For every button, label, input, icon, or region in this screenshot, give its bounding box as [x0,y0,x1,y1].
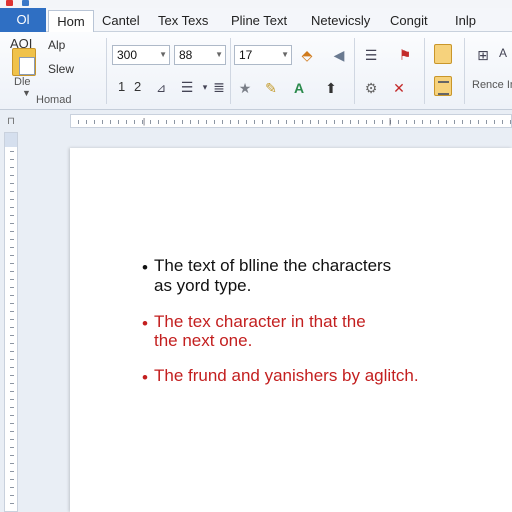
font-color-icon[interactable]: A [290,79,308,97]
notes-icon[interactable] [434,76,452,96]
paragraph-1-line-1: The text of blline the characters [154,256,392,275]
format-painter-button[interactable]: Alp [48,38,65,52]
paste-label[interactable]: Dle [14,76,31,88]
tab-file[interactable]: Ol [0,8,46,32]
clipboard-group-label: Homad [36,94,72,106]
ruler-corner-icon[interactable]: ⊓ [4,116,18,128]
tab-netevicsly[interactable]: Netevicsly [311,10,370,32]
separator [464,38,465,104]
separator [354,38,355,104]
bullet-icon: • [142,258,148,277]
delete-icon[interactable]: ✕ [390,79,408,97]
document-page[interactable]: • The text of blline the characters as y… [70,148,512,512]
settings-icon[interactable]: ⚙ [362,79,380,97]
horizontal-ruler[interactable]: | | [70,114,512,128]
font-size-select[interactable]: 88 ▼ [174,45,226,65]
paste-icon[interactable] [12,48,36,76]
line-spacing-1[interactable]: 1 [118,79,125,94]
app-icon[interactable] [6,0,13,6]
save-icon[interactable] [22,0,29,6]
line-spacing-2[interactable]: 2 [134,79,141,94]
chevron-down-icon: ▼ [215,50,223,59]
title-bar [0,0,512,8]
tab-home[interactable]: Hom [48,10,94,32]
indent-icon[interactable]: ≣ [210,78,228,96]
paragraph-2-line-1: The tex character in that the [154,312,366,331]
indent-marker-icon[interactable]: | [143,117,145,126]
chevron-down-icon: ▼ [281,50,289,59]
left-arrow-icon[interactable]: ◀ [330,46,348,64]
upload-arrow-icon[interactable]: ⬆ [322,79,340,97]
separator [424,38,425,104]
list-icon[interactable]: ☰ [362,46,380,64]
ribbon-tabs: Ol Hom Cantel Tex Texs Pline Text Netevi… [0,8,512,32]
tab-marker-icon[interactable]: | [389,117,391,126]
slew-button[interactable]: Slew [48,62,74,76]
style-size-value: 17 [239,48,253,62]
paragraph-2-line-2: the next one. [154,331,253,350]
replace-button[interactable]: Rence In [472,79,512,91]
style-size-select[interactable]: 17 ▼ [234,45,292,65]
paragraph-3-line-1: The frund and yanishers by aglitch. [154,366,419,385]
tab-inlp[interactable]: Inlp [455,10,476,32]
grid-icon[interactable]: ⊞ [474,46,492,64]
find-icon[interactable]: A [494,44,512,62]
separator [230,38,231,104]
text-direction-icon[interactable]: ⊿ [152,79,170,97]
ribbon: AQI Dle ▼ Alp Slew Homad 300 ▼ 88 ▼ 1 2 … [0,32,512,110]
bullet-icon: • [142,368,148,387]
font-name-select[interactable]: 300 ▼ [112,45,170,65]
text-highlight-icon[interactable]: ✎ [262,79,280,97]
tab-cantel[interactable]: Cantel [102,10,140,32]
vertical-ruler[interactable] [4,132,18,512]
bullet-icon: • [142,314,148,333]
star-icon[interactable]: ★ [236,79,254,97]
bookmark-icon[interactable]: ⬘ [298,46,316,64]
paste-dropdown-icon[interactable]: ▼ [22,88,31,98]
separator [106,38,107,104]
chevron-down-icon: ▼ [159,50,167,59]
tab-tex-texs[interactable]: Tex Texs [158,10,208,32]
document-icon[interactable] [434,44,452,64]
font-size-value: 88 [179,48,193,62]
tab-congit[interactable]: Congit [390,10,428,32]
font-name-value: 300 [117,48,138,62]
paragraph-1-line-2: as yord type. [154,276,252,295]
ruler-margin [5,133,17,147]
flag-icon[interactable]: ⚑ [396,46,414,64]
tab-pline-text[interactable]: Pline Text [231,10,287,32]
bullets-icon[interactable]: ☰ [178,78,196,96]
